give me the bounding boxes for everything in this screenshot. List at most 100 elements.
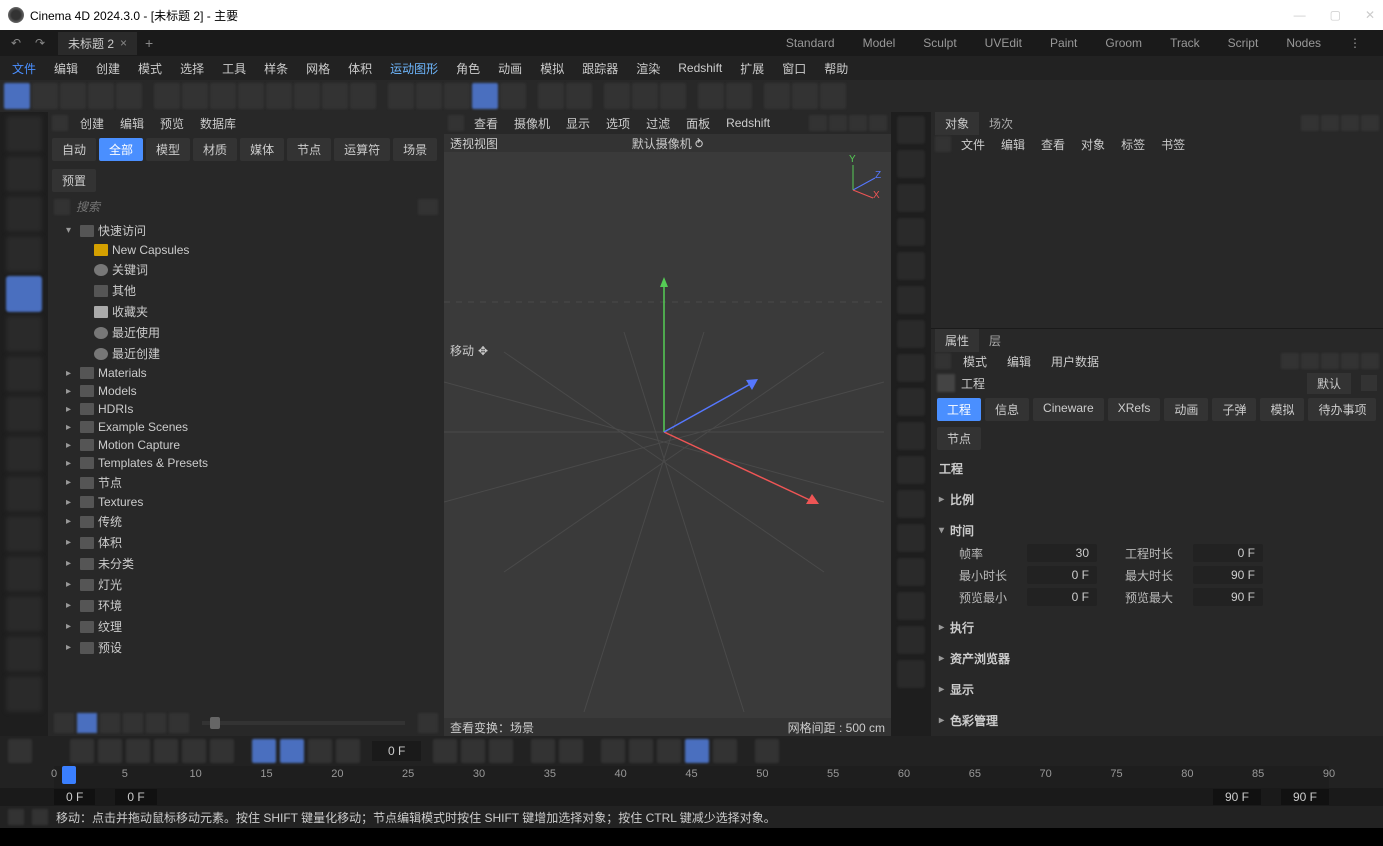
asset-search-input[interactable] xyxy=(74,198,414,216)
layout-track[interactable]: Track xyxy=(1170,36,1200,50)
rail-icon[interactable] xyxy=(897,456,925,484)
layout-sculpt[interactable]: Sculpt xyxy=(923,36,956,50)
rail-icon[interactable] xyxy=(897,626,925,654)
menu-tracker[interactable]: 跟踪器 xyxy=(574,58,626,79)
tree-item[interactable]: 最近使用 xyxy=(52,322,440,343)
toolbar-icon[interactable] xyxy=(764,83,790,109)
min-input[interactable]: 0 F xyxy=(1027,566,1097,584)
view-mode-icon[interactable] xyxy=(54,713,74,733)
tl-btn[interactable] xyxy=(629,739,653,763)
rail-tool-icon[interactable] xyxy=(6,196,42,232)
filter-all[interactable]: 全部 xyxy=(99,138,143,161)
menu-redshift[interactable]: Redshift xyxy=(670,59,730,77)
obj-menu-object[interactable]: 对象 xyxy=(1075,134,1111,155)
fps-input[interactable]: 30 xyxy=(1027,544,1097,562)
asset-menu-edit[interactable]: 编辑 xyxy=(114,113,150,134)
atab-info[interactable]: 信息 xyxy=(985,398,1029,421)
tl-btn[interactable] xyxy=(685,739,709,763)
thumbnail-size-slider[interactable] xyxy=(202,721,405,725)
menu-create[interactable]: 创建 xyxy=(88,58,128,79)
toolbar-icon[interactable] xyxy=(4,83,30,109)
layout-model[interactable]: Model xyxy=(863,36,896,50)
rail-tool-icon[interactable] xyxy=(6,236,42,272)
tree-quick-access[interactable]: ▾快速访问 xyxy=(52,220,440,241)
tl-btn[interactable] xyxy=(531,739,555,763)
toolbar-icon[interactable] xyxy=(604,83,630,109)
rail-tool-icon[interactable] xyxy=(6,636,42,672)
atab-node[interactable]: 节点 xyxy=(937,427,981,450)
obj-menu-file[interactable]: 文件 xyxy=(955,134,991,155)
toolbar-icon[interactable] xyxy=(538,83,564,109)
rail-icon[interactable] xyxy=(897,150,925,178)
atab-todo[interactable]: 待办事项 xyxy=(1308,398,1376,421)
layout-standard[interactable]: Standard xyxy=(786,36,835,50)
rail-icon[interactable] xyxy=(897,286,925,314)
rail-icon[interactable] xyxy=(897,592,925,620)
menu-select[interactable]: 选择 xyxy=(172,58,212,79)
document-tab[interactable]: 未标题 2 × xyxy=(58,32,137,55)
history-back-icon[interactable]: ↶ xyxy=(6,33,26,53)
filter-node[interactable]: 节点 xyxy=(287,138,331,161)
view-mode-icon[interactable] xyxy=(100,713,120,733)
tl-btn[interactable] xyxy=(461,739,485,763)
tree-item[interactable]: ▸灯光 xyxy=(52,574,440,595)
tl-playback-icon[interactable] xyxy=(126,739,150,763)
atab-project[interactable]: 工程 xyxy=(937,398,981,421)
toolbar-icon[interactable] xyxy=(472,83,498,109)
range-end-1[interactable]: 90 F xyxy=(1213,789,1261,805)
atab-sim[interactable]: 模拟 xyxy=(1260,398,1304,421)
menu-help[interactable]: 帮助 xyxy=(816,58,856,79)
rail-tool-icon[interactable] xyxy=(6,476,42,512)
rail-icon[interactable] xyxy=(897,252,925,280)
toolbar-icon[interactable] xyxy=(416,83,442,109)
toolbar-icon[interactable] xyxy=(266,83,292,109)
panel-opt-icon[interactable] xyxy=(1301,115,1319,131)
rail-tool-icon[interactable] xyxy=(6,116,42,152)
tree-item[interactable]: ▸HDRIs xyxy=(52,400,440,418)
menu-character[interactable]: 角色 xyxy=(448,58,488,79)
rail-tool-icon[interactable] xyxy=(6,676,42,712)
obj-menu-bookmarks[interactable]: 书签 xyxy=(1155,134,1191,155)
filter-auto[interactable]: 自动 xyxy=(52,138,96,161)
timeline-playhead[interactable] xyxy=(62,766,76,784)
asset-menu-create[interactable]: 创建 xyxy=(74,113,110,134)
toolbar-icon[interactable] xyxy=(210,83,236,109)
panel-menu-icon[interactable] xyxy=(52,115,68,131)
attr-menu-edit[interactable]: 编辑 xyxy=(999,351,1039,372)
vp-nav-icon[interactable] xyxy=(809,115,827,131)
rail-icon[interactable] xyxy=(897,184,925,212)
attr-nav-icon[interactable] xyxy=(1341,353,1359,369)
rail-tool-icon[interactable] xyxy=(6,356,42,392)
tree-item[interactable]: ▸环境 xyxy=(52,595,440,616)
add-tab-button[interactable]: + xyxy=(145,35,153,51)
atab-xrefs[interactable]: XRefs xyxy=(1108,398,1161,421)
layout-more-icon[interactable]: ⋮ xyxy=(1349,36,1359,50)
rail-tool-icon[interactable] xyxy=(6,396,42,432)
filter-scene[interactable]: 场景 xyxy=(393,138,437,161)
toolbar-icon[interactable] xyxy=(182,83,208,109)
layout-paint[interactable]: Paint xyxy=(1050,36,1077,50)
menu-edit[interactable]: 编辑 xyxy=(46,58,86,79)
section-execute[interactable]: ▸执行 xyxy=(939,616,1375,639)
history-forward-icon[interactable]: ↷ xyxy=(30,33,50,53)
filter-preset[interactable]: 预置 xyxy=(52,169,96,192)
tree-item[interactable]: 最近创建 xyxy=(52,343,440,364)
section-scale[interactable]: ▸比例 xyxy=(939,488,1375,511)
view-mode-icon[interactable] xyxy=(77,713,97,733)
rail-tool-icon[interactable] xyxy=(6,436,42,472)
panel-menu-icon[interactable] xyxy=(935,136,951,152)
vp-menu-display[interactable]: 显示 xyxy=(560,113,596,134)
tree-item[interactable]: ▸传统 xyxy=(52,511,440,532)
toolbar-icon[interactable] xyxy=(792,83,818,109)
filter-model[interactable]: 模型 xyxy=(146,138,190,161)
obj-menu-edit[interactable]: 编辑 xyxy=(995,134,1031,155)
section-time[interactable]: ▾时间 xyxy=(939,519,1375,542)
tl-next-icon[interactable] xyxy=(182,739,206,763)
tl-play-icon[interactable] xyxy=(154,739,178,763)
tl-btn[interactable] xyxy=(601,739,625,763)
axis-indicator[interactable]: Y Z X xyxy=(843,160,883,200)
attr-nav-icon[interactable] xyxy=(1281,353,1299,369)
toolbar-icon[interactable] xyxy=(350,83,376,109)
rail-move-tool-icon[interactable] xyxy=(6,276,42,312)
menu-tools[interactable]: 工具 xyxy=(214,58,254,79)
